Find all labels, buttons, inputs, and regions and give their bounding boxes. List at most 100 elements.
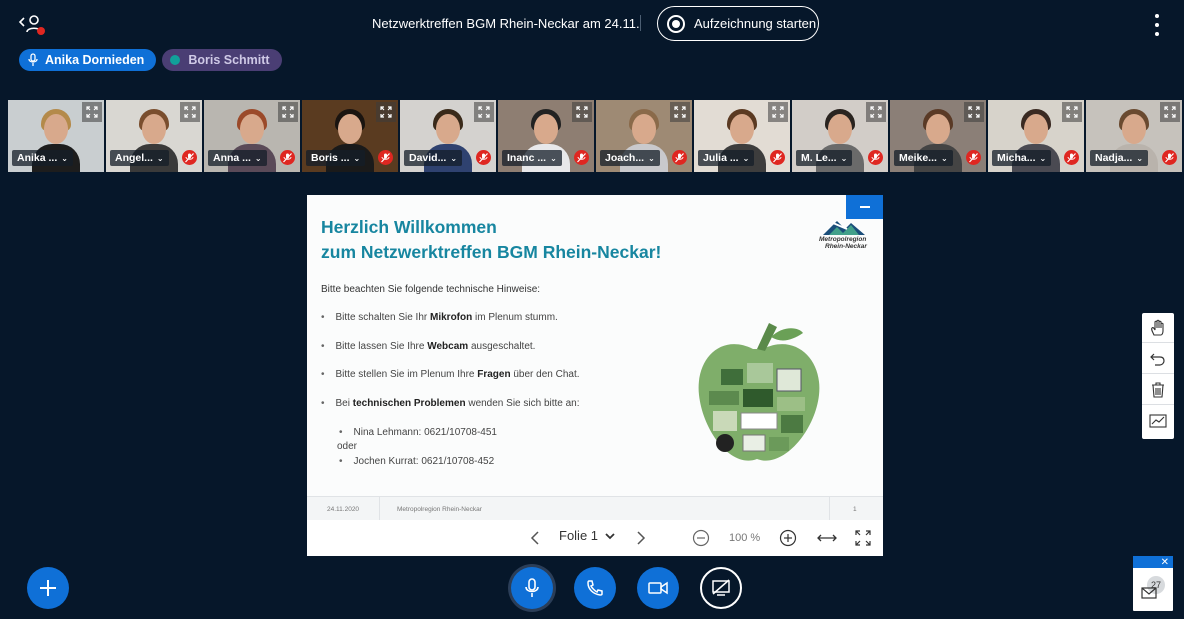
screen-share-off-icon (712, 579, 730, 596)
fullscreen-webcam-button[interactable] (670, 102, 690, 122)
zoom-in-icon (779, 529, 797, 547)
multi-user-whiteboard-button[interactable] (1142, 406, 1174, 436)
fullscreen-webcam-button[interactable] (278, 102, 298, 122)
start-recording-button[interactable]: Aufzeichnung starten (657, 6, 819, 41)
share-webcam-button[interactable] (637, 567, 679, 609)
presentation-toolbar: Folie 1 100 % (307, 520, 883, 556)
chevron-down-icon: ⌄ (353, 153, 361, 163)
hand-icon (1151, 319, 1164, 336)
webcam-tile[interactable]: Anna ... ⌄ (204, 100, 300, 172)
chevron-down-icon: ⌄ (156, 153, 164, 163)
talker-boris[interactable]: Boris Schmitt (162, 49, 282, 71)
webcam-name-tag[interactable]: Boris ... ⌄ (306, 150, 366, 166)
muted-microphone-icon (868, 150, 883, 165)
user-list-toggle-button[interactable] (18, 12, 46, 38)
next-slide-button[interactable] (631, 528, 651, 548)
webcam-tile[interactable]: M. Le... ⌄ (792, 100, 888, 172)
participant-face (240, 114, 264, 144)
fit-width-button[interactable] (816, 528, 838, 548)
kebab-dot-icon (1155, 23, 1159, 27)
webcam-tile[interactable]: Inanc ... ⌄ (498, 100, 594, 172)
webcam-name-tag[interactable]: M. Le... ⌄ (796, 150, 853, 166)
webcam-tile[interactable]: Julia ... ⌄ (694, 100, 790, 172)
zoom-in-button[interactable] (778, 528, 798, 548)
mute-microphone-button[interactable] (511, 567, 553, 609)
webcam-name-tag[interactable]: David... ⌄ (404, 150, 463, 166)
webcam-tile[interactable]: David... ⌄ (400, 100, 496, 172)
fullscreen-webcam-button[interactable] (768, 102, 788, 122)
chevron-down-icon: ⌄ (940, 153, 948, 163)
title-divider (640, 15, 641, 31)
fullscreen-icon (282, 106, 294, 118)
webcam-name-tag[interactable]: Micha... ⌄ (992, 150, 1052, 166)
chevron-down-icon: ⌄ (742, 153, 750, 163)
slide-title: Herzlich Willkommen zum Netzwerktreffen … (321, 215, 661, 265)
webcam-name-tag[interactable]: Meike... ⌄ (894, 150, 953, 166)
close-icon[interactable]: ✕ (1161, 557, 1169, 568)
fullscreen-webcam-button[interactable] (572, 102, 592, 122)
leave-audio-button[interactable] (574, 567, 616, 609)
slide-oder: oder (337, 441, 358, 452)
contact-nina: Nina Lehmann: 0621/10708-451 (339, 427, 497, 438)
previous-slide-button[interactable] (525, 528, 545, 548)
contact-jochen: Jochen Kurrat: 0621/10708-452 (339, 456, 495, 467)
logo-line2: Rhein-Neckar (825, 243, 867, 250)
fullscreen-icon (380, 106, 392, 118)
participant-face (1024, 114, 1048, 144)
envelope-icon (1141, 587, 1157, 599)
more-options-button[interactable] (1150, 14, 1164, 36)
fullscreen-webcam-button[interactable] (474, 102, 494, 122)
participant-face (926, 114, 950, 144)
participant-face (828, 114, 852, 144)
webcam-tile[interactable]: Angel... ⌄ (106, 100, 202, 172)
presentation-area: Herzlich Willkommen zum Netzwerktreffen … (307, 195, 883, 556)
webcam-name-tag[interactable]: Anika ... ⌄ (12, 150, 73, 166)
webcam-name-tag[interactable]: Anna ... ⌄ (208, 150, 267, 166)
muted-microphone-icon (280, 150, 295, 165)
webcam-tile[interactable]: Meike... ⌄ (890, 100, 986, 172)
fullscreen-webcam-button[interactable] (1160, 102, 1180, 122)
actions-button[interactable] (27, 567, 69, 609)
zoom-out-button[interactable] (691, 528, 711, 548)
webcam-tile[interactable]: Anika ... ⌄ (8, 100, 104, 172)
talker-anika[interactable]: Anika Dornieden (19, 49, 157, 71)
clear-all-button[interactable] (1142, 375, 1174, 405)
record-label: Aufzeichnung starten (694, 16, 817, 31)
fullscreen-webcam-button[interactable] (180, 102, 200, 122)
talking-indicators: Anika Dornieden Boris Schmitt (19, 49, 282, 71)
webcam-name-tag[interactable]: Nadja... ⌄ (1090, 150, 1149, 166)
fullscreen-icon (576, 106, 588, 118)
status-dot-icon (170, 55, 181, 65)
hand-tool-button[interactable] (1142, 313, 1174, 343)
webcam-name-tag[interactable]: Joach... ⌄ (600, 150, 660, 166)
fullscreen-webcam-button[interactable] (82, 102, 102, 122)
fullscreen-webcam-button[interactable] (376, 102, 396, 122)
webcam-tile[interactable]: Micha... ⌄ (988, 100, 1084, 172)
whiteboard-toolbar (1142, 313, 1174, 439)
webcam-tile[interactable]: Boris ... ⌄ (302, 100, 398, 172)
fullscreen-webcam-button[interactable] (1062, 102, 1082, 122)
slide: Herzlich Willkommen zum Netzwerktreffen … (307, 195, 883, 521)
fullscreen-icon (674, 106, 686, 118)
share-screen-button[interactable] (700, 567, 742, 609)
webcam-tile[interactable]: Joach... ⌄ (596, 100, 692, 172)
webcam-name-tag[interactable]: Inanc ... ⌄ (502, 150, 562, 166)
chart-line-icon (1149, 414, 1167, 428)
talker-name: Anika Dornieden (45, 53, 145, 67)
webcam-name-tag[interactable]: Julia ... ⌄ (698, 150, 755, 166)
chat-notification[interactable]: ✕ 27 (1133, 556, 1173, 611)
minimize-presentation-button[interactable] (846, 195, 883, 219)
webcam-tile[interactable]: Nadja... ⌄ (1086, 100, 1182, 172)
trash-icon (1152, 381, 1164, 398)
apple-collage-image (698, 323, 820, 461)
undo-button[interactable] (1142, 344, 1174, 374)
fullscreen-webcam-button[interactable] (866, 102, 886, 122)
fullscreen-webcam-button[interactable] (964, 102, 984, 122)
chevron-right-icon (637, 531, 646, 545)
slide-title-line2: zum Netzwerktreffen BGM Rhein-Neckar! (321, 242, 662, 262)
webcam-name-tag[interactable]: Angel... ⌄ (110, 150, 169, 166)
muted-microphone-icon (182, 150, 197, 165)
plus-icon (40, 580, 56, 596)
fullscreen-presentation-button[interactable] (853, 528, 873, 548)
slide-select[interactable]: Folie 1 (559, 528, 616, 543)
